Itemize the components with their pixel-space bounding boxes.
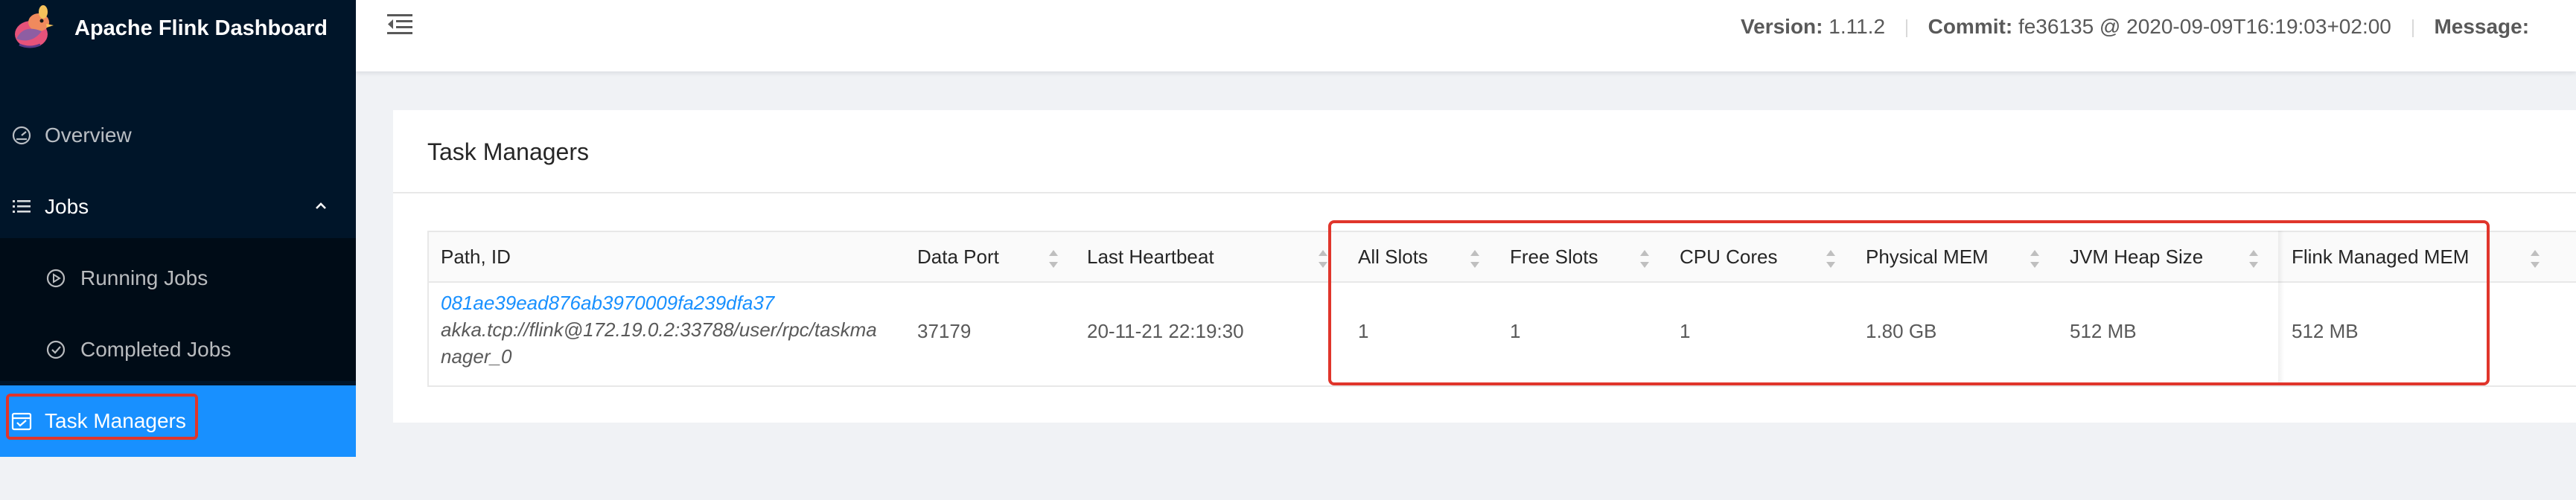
annotation-highlight-sidebar — [6, 394, 198, 440]
sort-icon[interactable] — [2528, 247, 2542, 271]
annotation-highlight-resources — [1328, 220, 2490, 385]
commit-key: Commit: — [1928, 15, 2013, 38]
header-meta: Version: 1.11.2 Commit: fe36135 @ 2020-0… — [1741, 15, 2529, 39]
divider — [2411, 19, 2414, 37]
card-header: Task Managers — [393, 110, 2576, 193]
divider — [1905, 19, 1907, 37]
app-title: Apache Flink Dashboard — [74, 16, 328, 40]
dashboard-icon — [12, 126, 31, 145]
col-header-path-id[interactable]: Path, ID — [441, 246, 511, 269]
flink-logo-icon — [15, 5, 54, 48]
sidebar: Apache Flink Dashboard Overview Jobs Run… — [0, 0, 356, 457]
brand[interactable]: Apache Flink Dashboard — [0, 0, 356, 60]
version-key: Version: — [1741, 15, 1823, 38]
sidebar-item-label: Overview — [45, 124, 132, 147]
check-circle-icon — [46, 340, 66, 359]
taskmanager-path: akka.tcp://flink@172.19.0.2:33788/user/r… — [441, 318, 877, 341]
sidebar-item-jobs[interactable]: Jobs — [0, 171, 356, 243]
version-value: 1.11.2 — [1829, 15, 1886, 38]
commit-value: fe36135 @ 2020-09-09T16:19:03+02:00 — [2018, 15, 2391, 38]
sidebar-item-label: Jobs — [45, 195, 89, 218]
sort-icon[interactable] — [1047, 247, 1060, 271]
taskmanager-path-continued: nager_0 — [441, 345, 512, 368]
list-icon — [13, 200, 31, 213]
taskmanager-id-link[interactable]: 081ae39ead876ab3970009fa239dfa37 — [441, 292, 774, 315]
cell-data-port: 37179 — [917, 320, 972, 342]
col-header-data-port[interactable]: Data Port — [917, 246, 999, 269]
sidebar-item-label: Running Jobs — [80, 266, 208, 289]
sidebar-item-running-jobs[interactable]: Running Jobs — [0, 243, 356, 314]
menu-fold-icon[interactable] — [386, 12, 414, 37]
play-circle-icon — [46, 269, 66, 288]
cell-last-heartbeat: 20-11-21 22:19:30 — [1087, 320, 1244, 342]
page-title: Task Managers — [427, 138, 589, 165]
sidebar-item-completed-jobs[interactable]: Completed Jobs — [0, 314, 356, 385]
chevron-up-icon[interactable] — [313, 198, 329, 214]
col-header-last-heartbeat[interactable]: Last Heartbeat — [1087, 246, 1214, 269]
top-header: Version: 1.11.2 Commit: fe36135 @ 2020-0… — [356, 0, 2576, 71]
message-key: Message: — [2434, 15, 2530, 38]
sidebar-item-overview[interactable]: Overview — [0, 100, 356, 171]
sidebar-item-label: Completed Jobs — [80, 338, 232, 361]
